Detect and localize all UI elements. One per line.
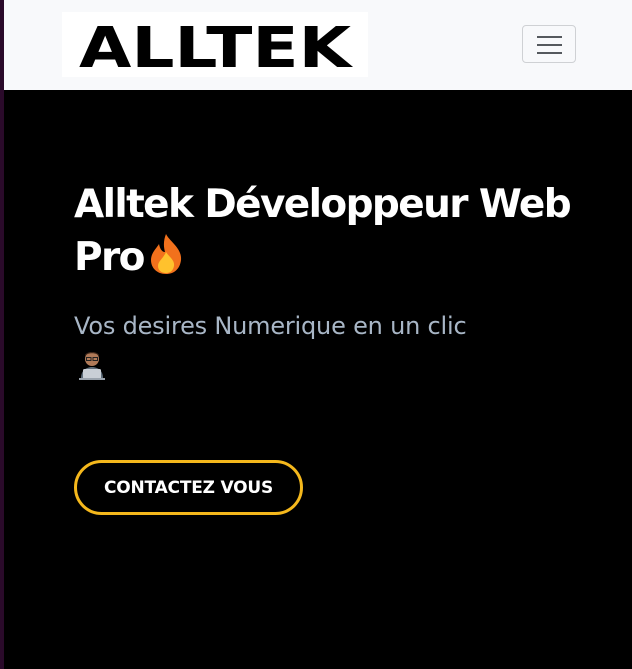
brand-logo-text: ALLTEK <box>79 16 354 77</box>
hero-title: Alltek Développeur Web Pro <box>74 178 574 284</box>
navbar: ALLTEK <box>4 0 632 90</box>
page: ALLTEK Alltek Développeur Web Pro Vos de… <box>0 0 632 669</box>
window-edge <box>0 0 4 669</box>
fire-icon <box>150 234 181 274</box>
hero-section: Alltek Développeur Web Pro <box>74 178 574 284</box>
hero-subtitle: Vos desires Numerique en un clic <box>74 312 467 340</box>
brand-logo-link[interactable]: ALLTEK <box>62 12 368 77</box>
brand-logo: ALLTEK <box>79 16 354 77</box>
contact-button[interactable]: CONTACTEZ VOUS <box>74 460 303 515</box>
navbar-toggle-button[interactable] <box>522 25 576 63</box>
technologist-icon <box>79 352 105 380</box>
